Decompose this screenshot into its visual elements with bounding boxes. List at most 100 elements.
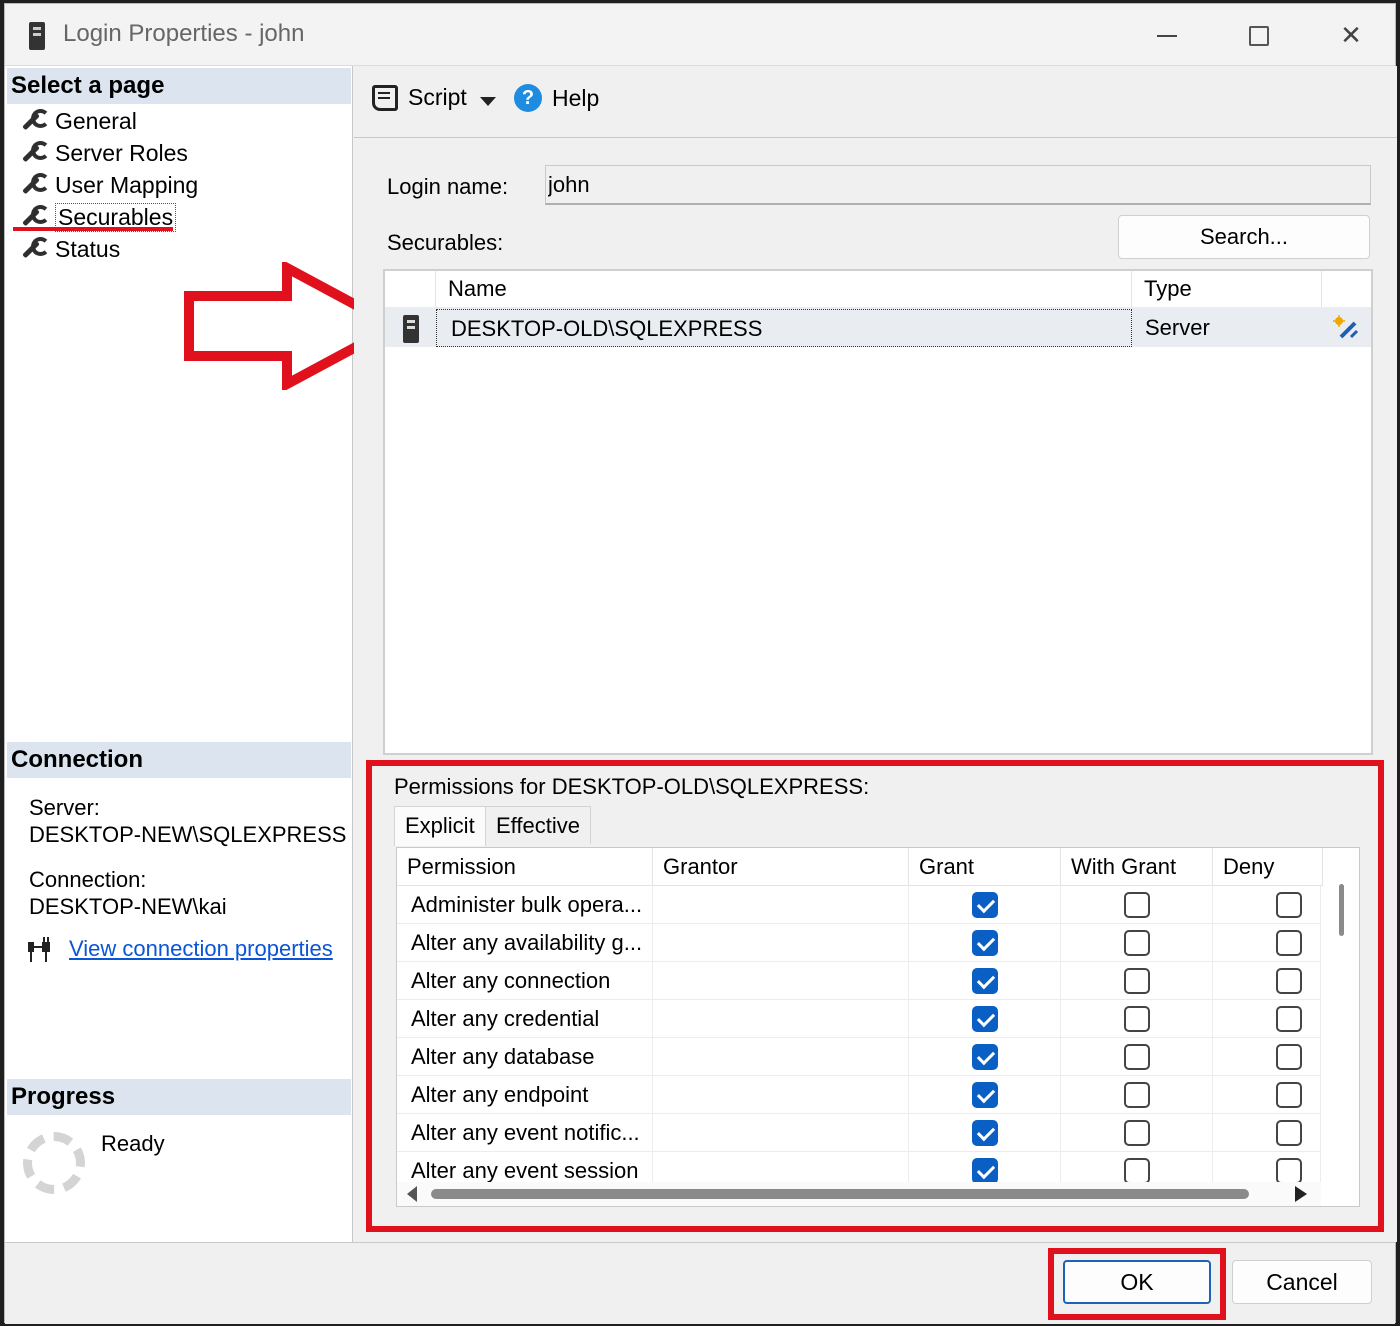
title-bar[interactable]: Login Properties - john ✕ [5, 4, 1395, 66]
grid-header-grantor[interactable]: Grantor [653, 848, 909, 886]
selected-page-underline [13, 227, 173, 231]
grid-header-name[interactable]: Name [436, 271, 1132, 307]
maximize-icon [1249, 26, 1269, 46]
grid-header-type[interactable]: Type [1132, 271, 1322, 307]
connection-plug-icon [28, 937, 50, 962]
right-pane: Script ? Help Login name: Securables: Se… [354, 66, 1397, 1242]
grid-header-permission[interactable]: Permission [397, 848, 653, 886]
server-value: DESKTOP-NEW\SQLEXPRESS [29, 822, 347, 847]
scroll-right-arrow-icon[interactable] [1295, 1186, 1307, 1202]
securable-type-cell: Server [1145, 315, 1210, 340]
login-name-field[interactable] [545, 165, 1371, 205]
wrench-icon [19, 205, 50, 229]
securable-name-cell[interactable]: DESKTOP-OLD\SQLEXPRESS [436, 309, 1132, 347]
ok-button[interactable]: OK [1063, 1260, 1211, 1304]
with-grant-checkbox[interactable] [1124, 1082, 1150, 1108]
select-page-header: Select a page [7, 68, 351, 104]
tab-explicit[interactable]: Explicit [394, 806, 486, 846]
login-properties-window: Login Properties - john ✕ Select a page … [4, 3, 1397, 1324]
with-grant-checkbox[interactable] [1124, 1006, 1150, 1032]
grantor-cell [653, 1076, 909, 1114]
grant-checkbox[interactable] [972, 968, 998, 994]
script-dropdown-chevron-icon[interactable] [480, 97, 496, 106]
close-button[interactable]: ✕ [1321, 14, 1381, 58]
deny-cell [1213, 886, 1321, 924]
permissions-grid[interactable]: Permission Grantor Grant With Grant Deny… [396, 847, 1360, 1207]
tab-effective[interactable]: Effective [485, 806, 591, 844]
script-button[interactable]: Script [372, 84, 467, 111]
deny-checkbox[interactable] [1276, 1044, 1302, 1070]
table-row[interactable]: Alter any endpoint [397, 1076, 1321, 1114]
deny-checkbox[interactable] [1276, 1158, 1302, 1184]
wand-icon[interactable] [1333, 315, 1359, 341]
deny-checkbox[interactable] [1276, 968, 1302, 994]
script-icon [372, 84, 398, 111]
securables-grid[interactable]: Name Type DESKTOP-OLD\SQLEXPRESS Server [383, 269, 1373, 755]
help-icon: ? [514, 84, 542, 112]
wrench-icon [19, 173, 50, 197]
progress-spinner-icon [23, 1132, 85, 1194]
deny-checkbox[interactable] [1276, 1120, 1302, 1146]
with-grant-checkbox[interactable] [1124, 892, 1150, 918]
table-row[interactable]: Alter any database [397, 1038, 1321, 1076]
page-item-user-mapping[interactable]: User Mapping [19, 170, 198, 200]
grant-checkbox[interactable] [972, 1006, 998, 1032]
connection-header: Connection [7, 742, 351, 778]
with-grant-checkbox[interactable] [1124, 1044, 1150, 1070]
table-row[interactable]: Alter any connection [397, 962, 1321, 1000]
table-row[interactable]: Administer bulk opera... [397, 886, 1321, 924]
deny-cell [1213, 1076, 1321, 1114]
dialog-button-bar: OK Cancel [5, 1242, 1395, 1324]
permission-name-cell: Alter any credential [397, 1000, 653, 1038]
page-item-server-roles[interactable]: Server Roles [19, 138, 188, 168]
vertical-scrollbar-thumb[interactable] [1339, 884, 1344, 936]
grid-header-grant[interactable]: Grant [909, 848, 1061, 886]
maximize-button[interactable] [1229, 14, 1289, 58]
search-button[interactable]: Search... [1118, 215, 1370, 259]
grant-checkbox[interactable] [972, 930, 998, 956]
permission-name-cell: Alter any connection [397, 962, 653, 1000]
deny-checkbox[interactable] [1276, 930, 1302, 956]
permissions-title: Permissions for DESKTOP-OLD\SQLEXPRESS: [394, 774, 870, 799]
window-title: Login Properties - john [63, 20, 305, 47]
cancel-button[interactable]: Cancel [1232, 1260, 1372, 1304]
page-item-general[interactable]: General [19, 106, 137, 136]
deny-checkbox[interactable] [1276, 1082, 1302, 1108]
server-icon [403, 315, 419, 343]
grantor-cell [653, 1038, 909, 1076]
grant-checkbox[interactable] [972, 1044, 998, 1070]
deny-cell [1213, 1038, 1321, 1076]
toolbar: Script ? Help [354, 66, 1397, 138]
permission-name-cell: Alter any availability g... [397, 924, 653, 962]
with-grant-checkbox[interactable] [1124, 930, 1150, 956]
grid-header-with-grant[interactable]: With Grant [1061, 848, 1213, 886]
minimize-icon [1157, 35, 1177, 37]
scroll-left-arrow-icon[interactable] [407, 1186, 417, 1202]
view-connection-properties-link[interactable]: View connection properties [69, 936, 333, 962]
grant-checkbox[interactable] [972, 892, 998, 918]
deny-checkbox[interactable] [1276, 892, 1302, 918]
grant-checkbox[interactable] [972, 1082, 998, 1108]
help-button[interactable]: ? Help [514, 84, 599, 112]
grantor-cell [653, 962, 909, 1000]
securables-label: Securables: [387, 230, 504, 255]
grant-checkbox[interactable] [972, 1120, 998, 1146]
with-grant-checkbox[interactable] [1124, 1158, 1150, 1184]
grantor-cell [653, 1000, 909, 1038]
table-row[interactable]: Alter any credential [397, 1000, 1321, 1038]
table-row[interactable]: Alter any event notific... [397, 1114, 1321, 1152]
horizontal-scrollbar[interactable] [397, 1182, 1321, 1206]
script-label: Script [408, 84, 467, 110]
login-name-label: Login name: [387, 174, 509, 199]
page-item-status[interactable]: Status [19, 234, 120, 264]
grantor-cell [653, 924, 909, 962]
horizontal-scrollbar-thumb[interactable] [431, 1189, 1249, 1199]
deny-cell [1213, 1000, 1321, 1038]
with-grant-checkbox[interactable] [1124, 968, 1150, 994]
grant-checkbox[interactable] [972, 1158, 998, 1184]
grid-header-deny[interactable]: Deny [1213, 848, 1323, 886]
table-row[interactable]: Alter any availability g... [397, 924, 1321, 962]
minimize-button[interactable] [1137, 14, 1197, 58]
deny-checkbox[interactable] [1276, 1006, 1302, 1032]
with-grant-checkbox[interactable] [1124, 1120, 1150, 1146]
